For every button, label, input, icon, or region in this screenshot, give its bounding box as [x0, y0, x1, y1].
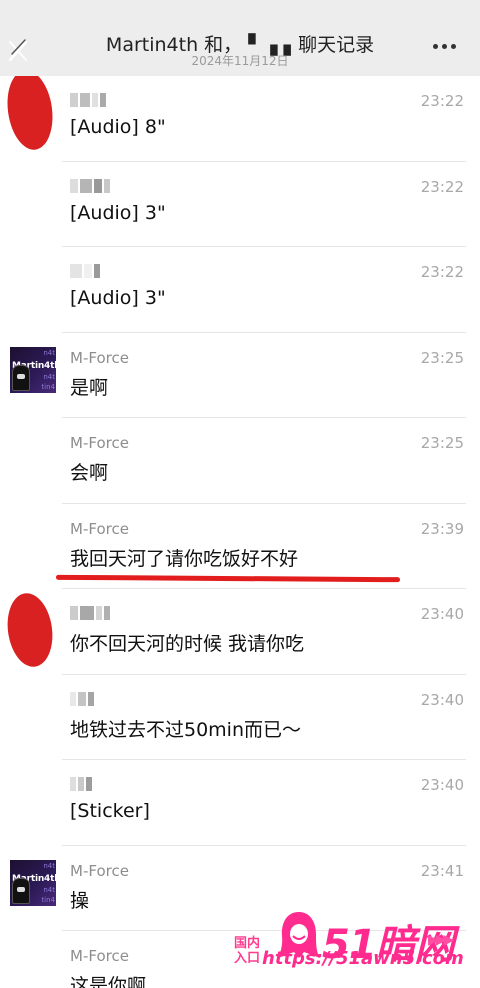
message-text: 这是你啊: [70, 975, 147, 988]
more-dot-icon: [451, 44, 456, 49]
more-dot-icon: [442, 44, 447, 49]
sender-name: M-Force: [70, 348, 129, 367]
sender-name: M-Force: [70, 947, 129, 965]
message-time: 23:22: [420, 92, 464, 110]
red-redaction-mark: [3, 590, 57, 670]
message-item[interactable]: 23:40 [Sticker]: [0, 760, 480, 846]
message-time: 23:22: [420, 263, 464, 281]
avatar-pattern: tin4: [41, 895, 55, 904]
message-time: 23:40: [420, 776, 464, 794]
avatar-figure: [12, 364, 30, 391]
message-time: 23:25: [420, 348, 464, 367]
sender-name: M-Force: [70, 434, 129, 452]
message-time: 23:22: [420, 177, 464, 196]
blurred-sender-name: [70, 178, 116, 194]
message-time: 23:41: [420, 861, 464, 880]
message-list[interactable]: 23:22 [Audio] 8" 23:22 [Audio] 3" 23:22 …: [0, 76, 480, 988]
red-redaction-mark: [2, 76, 58, 153]
blurred-sender-name: [70, 605, 116, 621]
chat-history-header: Martin4th 和， ▘▗ ▖聊天记录 2024年11月12日: [0, 0, 480, 76]
sender-name: M-Force: [70, 861, 129, 880]
message-time: 23:25: [420, 434, 464, 452]
message-text: [Audio] 3": [70, 201, 166, 224]
message-item[interactable]: 23:40 地铁过去不过50min而已～: [0, 675, 480, 760]
message-item[interactable]: 23:22 [Audio] 3": [0, 162, 480, 247]
site-watermark: 51暗网 ▶▶▶ 国内入口 https://51awn5.com: [232, 910, 480, 988]
message-item[interactable]: 23:40 你不回天河的时候 我请你吃: [0, 589, 480, 675]
blurred-sender-name: [70, 263, 116, 279]
avatar[interactable]: n4t Martin4th n4t tin4: [10, 859, 56, 906]
sender-name: M-Force: [70, 519, 129, 538]
avatar-figure: [12, 877, 30, 904]
avatar-pattern: n4t: [43, 348, 55, 357]
watermark-entry-label: 国内入口: [233, 936, 260, 966]
more-dot-icon: [433, 44, 438, 49]
blurred-sender-name: [70, 776, 116, 792]
message-text: [Sticker]: [70, 800, 150, 822]
avatar-pattern: n4t: [43, 372, 55, 381]
message-time: 23:39: [420, 519, 464, 538]
message-item[interactable]: M-Force 23:25 会啊: [0, 418, 480, 504]
message-time: 23:40: [420, 690, 464, 709]
message-item[interactable]: 23:22 [Audio] 3": [0, 247, 480, 333]
message-text: 是啊: [70, 376, 109, 399]
message-text: 地铁过去不过50min而已～: [70, 718, 302, 741]
watermark-arrows-icon: ▶▶▶: [428, 932, 454, 948]
avatar-pattern: n4t: [43, 885, 55, 894]
blurred-sender-name: [70, 92, 116, 108]
history-date: 2024年11月12日: [191, 54, 289, 68]
avatar[interactable]: n4t Martin4th n4t tin4: [10, 346, 56, 393]
message-text: [Audio] 8": [70, 116, 166, 138]
message-text: 你不回天河的时候 我请你吃: [70, 633, 305, 655]
avatar-pattern: n4t: [43, 861, 55, 870]
blurred-sender-name: [70, 691, 116, 707]
more-options-button[interactable]: [433, 40, 456, 53]
message-text: 会啊: [70, 462, 109, 484]
message-item[interactable]: 23:22 [Audio] 8": [0, 76, 480, 162]
message-text: [Audio] 3": [70, 287, 166, 309]
message-time: 23:40: [420, 605, 464, 623]
avatar-pattern: tin4: [41, 382, 55, 391]
message-item[interactable]: n4t Martin4th n4t tin4 M-Force 23:25 是啊: [0, 333, 480, 418]
watermark-url: https://51awn5.com: [262, 948, 464, 969]
message-text: 操: [70, 889, 90, 912]
message-text: 我回天河了请你吃饭好不好: [70, 547, 299, 570]
